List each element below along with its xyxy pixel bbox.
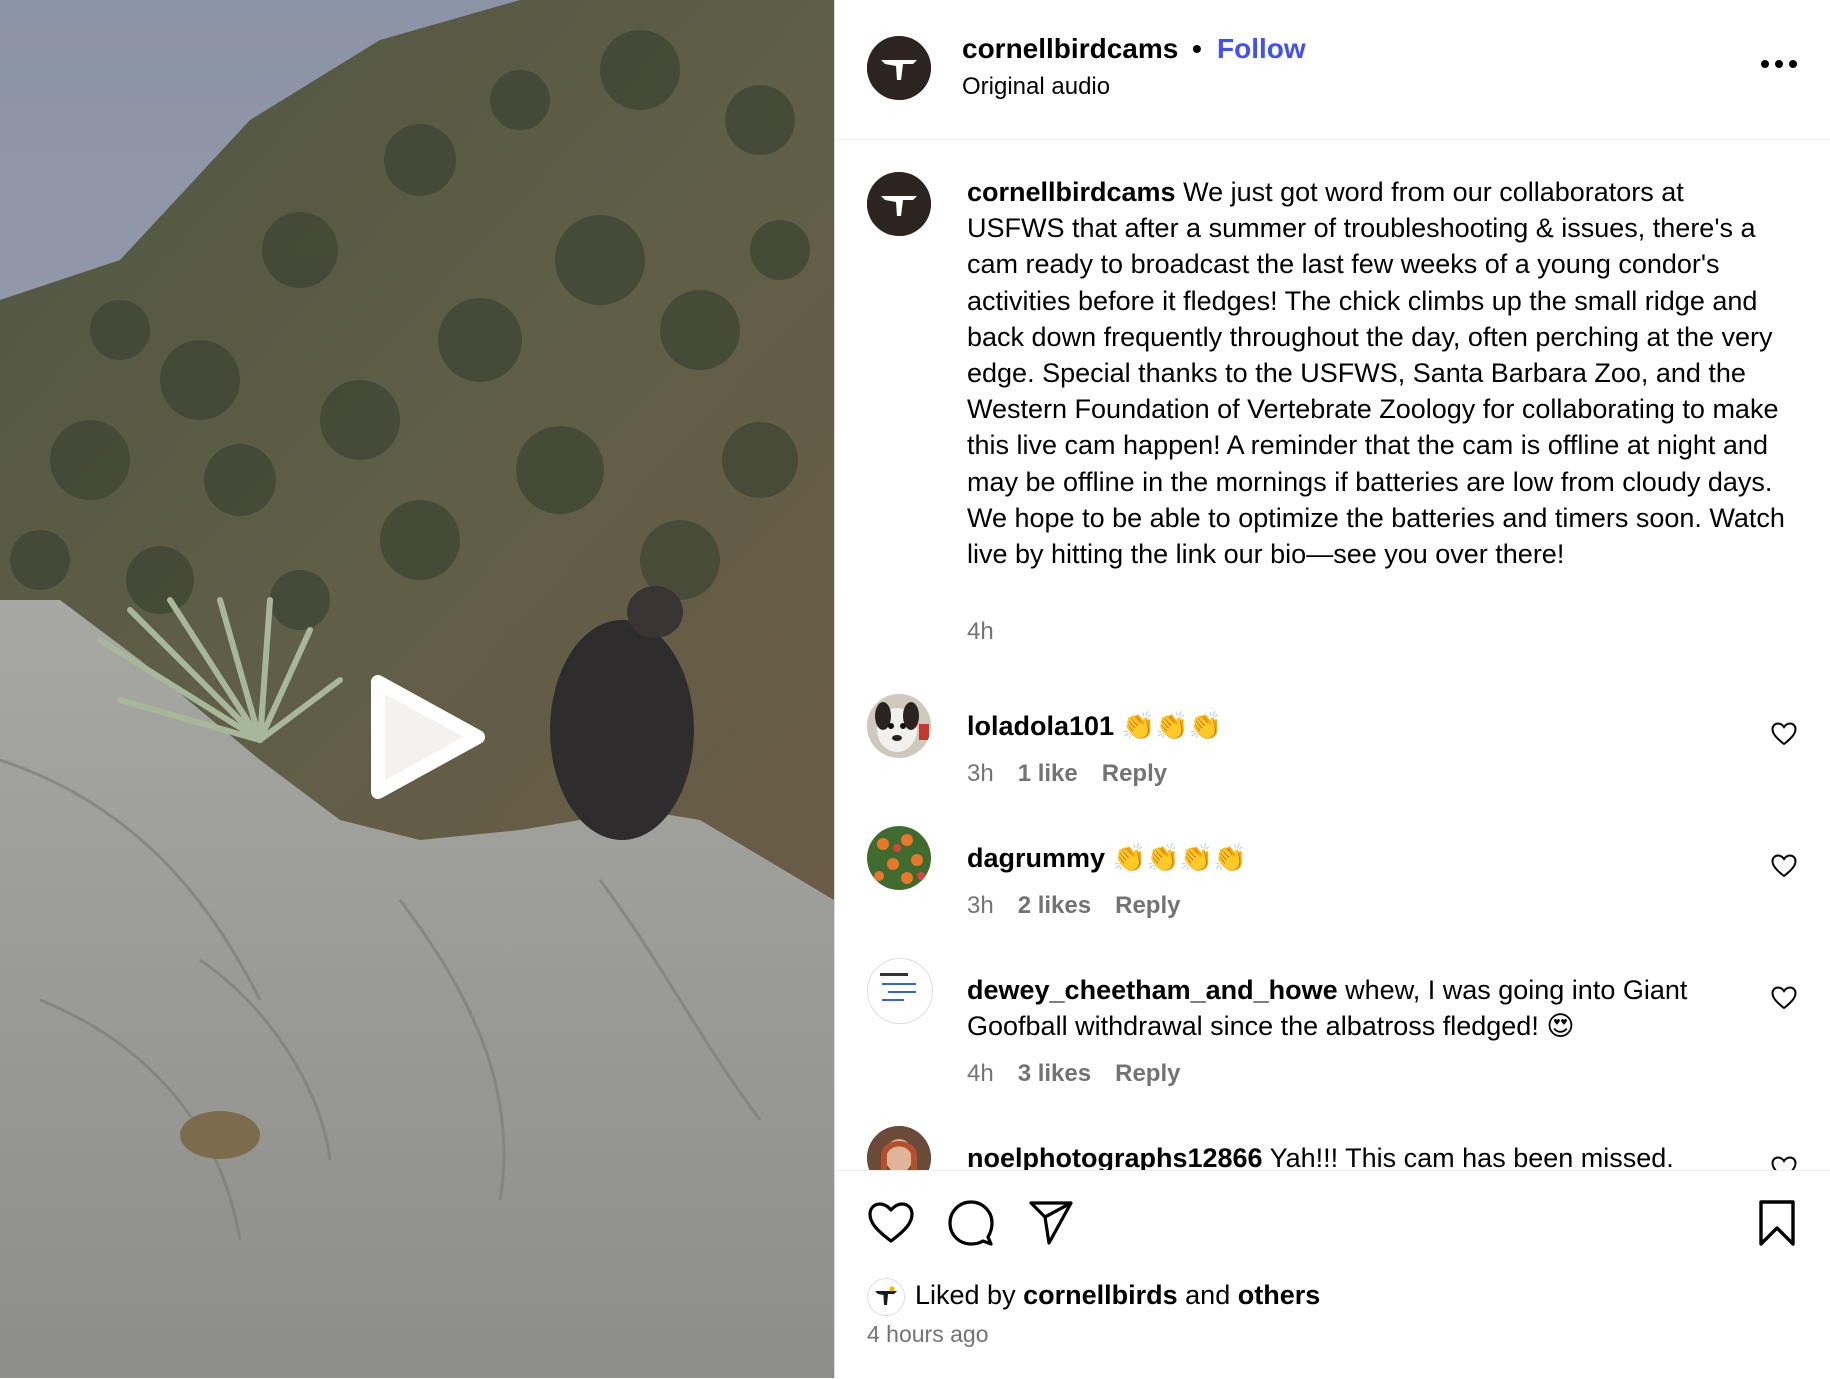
comment-icon[interactable]: [947, 1199, 995, 1247]
person-avatar-icon: [867, 1126, 931, 1170]
post-header: cornellbirdcams • Follow Original audio: [835, 0, 1830, 140]
comment-meta: 3h 2 likes Reply: [967, 892, 1204, 920]
comment-meta: 3h 1 like Reply: [967, 760, 1191, 788]
commenter-avatar[interactable]: [867, 1126, 931, 1170]
comment-likes[interactable]: 2 likes: [1018, 892, 1091, 919]
comment-body: dewey_cheetham_and_howe whew, I was goin…: [967, 972, 1747, 1044]
comment-body: noelphotographs12866 Yah!!! This cam has…: [967, 1140, 1747, 1170]
cornell-logo-icon: [867, 172, 931, 236]
document-avatar-icon: [868, 959, 932, 1023]
commenter-avatar[interactable]: [867, 958, 933, 1024]
reply-button[interactable]: Reply: [1115, 1060, 1180, 1087]
audio-link[interactable]: Original audio: [962, 73, 1110, 101]
comment-text: 👏👏👏👏: [1112, 843, 1248, 873]
author-avatar[interactable]: [867, 36, 931, 100]
liked-by-text: Liked by cornellbirds and others: [915, 1280, 1320, 1311]
comment-body: dagrummy 👏👏👏👏: [967, 840, 1747, 876]
heart-icon[interactable]: [1771, 1156, 1797, 1170]
share-icon[interactable]: [1027, 1199, 1075, 1247]
heart-icon[interactable]: [1771, 722, 1797, 746]
comments-scroll-area[interactable]: cornellbirdcams We just got word from ou…: [835, 140, 1830, 1170]
reply-button[interactable]: Reply: [1102, 760, 1167, 787]
heart-icon[interactable]: [1771, 986, 1797, 1010]
commenter-avatar[interactable]: [867, 694, 931, 758]
post-panel: cornellbirdcams • Follow Original audio …: [835, 0, 1830, 1378]
separator-dot: •: [1192, 33, 1202, 64]
post-caption: cornellbirdcams We just got word from ou…: [967, 174, 1787, 572]
liked-by-others[interactable]: others: [1238, 1280, 1321, 1310]
comment-text: 👏👏👏: [1121, 711, 1223, 741]
liked-by-avatar[interactable]: [867, 1278, 905, 1316]
post-timestamp[interactable]: 4 hours ago: [867, 1321, 988, 1348]
comment-time[interactable]: 3h: [967, 892, 994, 919]
caption-avatar[interactable]: [867, 172, 931, 236]
comment-time[interactable]: 3h: [967, 760, 994, 787]
video-player[interactable]: [0, 0, 834, 1378]
heart-icon[interactable]: [1771, 854, 1797, 878]
commenter-avatar[interactable]: [867, 826, 931, 890]
comment-username[interactable]: noelphotographs12866: [967, 1143, 1263, 1170]
liked-by-prefix: Liked by: [915, 1280, 1016, 1310]
caption-text: We just got word from our collaborators …: [967, 177, 1785, 570]
more-options-icon[interactable]: [1759, 56, 1799, 72]
comment-time[interactable]: 4h: [967, 1060, 994, 1087]
comment-meta: 4h 3 likes Reply: [967, 1060, 1204, 1088]
cornell-logo-icon: [867, 36, 931, 100]
reply-button[interactable]: Reply: [1115, 892, 1180, 919]
comment-text: Yah!!! This cam has been missed.: [1269, 1143, 1674, 1170]
bookmark-icon[interactable]: [1753, 1199, 1801, 1247]
follow-button[interactable]: Follow: [1217, 33, 1306, 65]
like-heart-icon[interactable]: [867, 1199, 915, 1247]
flowers-avatar-icon: [867, 826, 931, 890]
play-icon[interactable]: [358, 672, 488, 802]
liked-by-user[interactable]: cornellbirds: [1023, 1280, 1178, 1310]
comment-body: loladola101 👏👏👏: [967, 708, 1747, 744]
comment-likes[interactable]: 1 like: [1018, 760, 1078, 787]
cornell-logo-icon: [868, 1279, 904, 1315]
liked-by-and: and: [1185, 1280, 1231, 1310]
dog-avatar-icon: [867, 694, 931, 758]
comment-username[interactable]: dagrummy: [967, 843, 1105, 873]
caption-timestamp[interactable]: 4h: [967, 618, 994, 646]
comment-likes[interactable]: 3 likes: [1018, 1060, 1091, 1087]
post-actions: Liked by cornellbirds and others 4 hours…: [835, 1170, 1830, 1379]
author-username[interactable]: cornellbirdcams: [962, 33, 1178, 65]
comment-username[interactable]: dewey_cheetham_and_howe: [967, 975, 1338, 1005]
comment-username[interactable]: loladola101: [967, 711, 1114, 741]
caption-username[interactable]: cornellbirdcams: [967, 177, 1176, 207]
